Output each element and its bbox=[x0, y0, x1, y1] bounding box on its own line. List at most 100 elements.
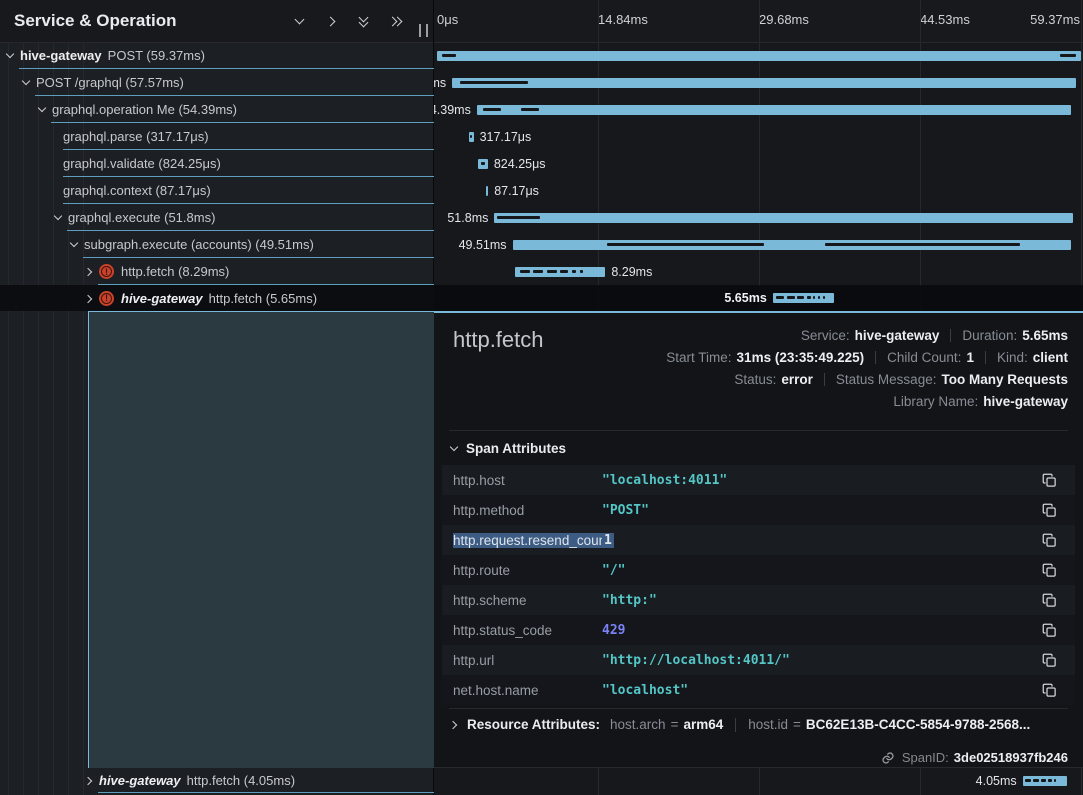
child-span-mark bbox=[1060, 54, 1075, 57]
tree-row[interactable]: graphql.context (87.17μs) bbox=[0, 177, 434, 204]
resource-value: arm64 bbox=[683, 717, 723, 732]
tree-row[interactable]: http.fetch (8.29ms) bbox=[0, 258, 434, 285]
span-label: subgraph.execute (accounts) (49.51ms) bbox=[84, 237, 314, 252]
span-label: http.fetch (8.29ms) bbox=[121, 264, 229, 279]
span-meta: Service:hive-gatewayDuration:5.65msStart… bbox=[666, 325, 1068, 413]
tree-expander[interactable] bbox=[53, 210, 62, 225]
chevron-right-icon bbox=[449, 720, 458, 729]
resource-attributes-row[interactable]: Resource Attributes: host.arch=arm64host… bbox=[449, 717, 1068, 732]
panel-resize-handle[interactable] bbox=[419, 24, 428, 37]
attribute-value[interactable]: "localhost:4011" bbox=[602, 473, 1040, 488]
meta-line: Library Name:hive-gateway bbox=[666, 391, 1068, 413]
child-span-mark bbox=[533, 270, 543, 273]
attribute-key[interactable]: http.scheme bbox=[453, 593, 602, 608]
attribute-key[interactable]: http.route bbox=[453, 563, 602, 578]
resource-value: BC62E13B-C4CC-5854-9788-2568... bbox=[806, 717, 1030, 732]
attribute-value[interactable]: 1 bbox=[602, 533, 1040, 548]
resource-attributes-label: Resource Attributes: bbox=[467, 717, 600, 732]
attribute-key[interactable]: http.host bbox=[453, 473, 602, 488]
attribute-key[interactable]: http.url bbox=[453, 653, 602, 668]
resource-key: host.arch bbox=[610, 717, 666, 732]
time-tick-label: 29.68ms bbox=[759, 12, 809, 27]
timeline-row[interactable]: 54.39ms bbox=[434, 96, 1083, 123]
attribute-value[interactable]: "http://localhost:4011/" bbox=[602, 653, 1040, 668]
span-bar[interactable] bbox=[515, 267, 605, 277]
span-bar[interactable] bbox=[494, 213, 1073, 223]
trace-viewer: 0μs14.84ms29.68ms44.53ms59.37ms 57.57ms5… bbox=[0, 0, 1083, 795]
attribute-value[interactable]: "localhost" bbox=[602, 683, 1040, 698]
span-bar[interactable] bbox=[477, 105, 1071, 115]
tree-row[interactable]: graphql.execute (51.8ms) bbox=[0, 204, 434, 231]
span-bar[interactable] bbox=[486, 186, 488, 196]
copy-attribute-button[interactable] bbox=[1040, 471, 1058, 489]
span-attributes-header[interactable]: Span Attributes bbox=[449, 441, 566, 456]
copy-attribute-button[interactable] bbox=[1040, 591, 1058, 609]
child-span-mark bbox=[776, 296, 784, 299]
timeline-row[interactable]: 5.65ms bbox=[434, 285, 1083, 311]
tree-expander[interactable] bbox=[69, 237, 78, 252]
span-duration-label: 4.05ms bbox=[976, 768, 1017, 793]
timeline-row[interactable]: 49.51ms bbox=[434, 231, 1083, 258]
copy-attribute-button[interactable] bbox=[1040, 501, 1058, 519]
attribute-key[interactable]: http.request.resend_count bbox=[453, 533, 602, 548]
span-bar[interactable] bbox=[452, 78, 1076, 88]
chevron-right-button[interactable] bbox=[324, 14, 339, 29]
copy-attribute-button[interactable] bbox=[1040, 531, 1058, 549]
attribute-value[interactable]: "/" bbox=[602, 563, 1040, 578]
attribute-key[interactable]: net.host.name bbox=[453, 683, 602, 698]
span-bar[interactable] bbox=[513, 240, 1071, 250]
attribute-value[interactable]: "http:" bbox=[602, 593, 1040, 608]
attribute-value[interactable]: "POST" bbox=[602, 503, 1040, 518]
timeline-row[interactable]: 4.05ms bbox=[434, 768, 1083, 793]
tree-row[interactable]: hive-gatewayPOST (59.37ms) bbox=[0, 42, 434, 69]
timeline-row[interactable]: 51.8ms bbox=[434, 204, 1083, 231]
chevron-down-button[interactable] bbox=[292, 14, 307, 29]
timeline-row[interactable]: 824.25μs bbox=[434, 150, 1083, 177]
attribute-key-text: http.scheme bbox=[453, 593, 527, 608]
span-bar[interactable] bbox=[1023, 776, 1067, 786]
span-bar[interactable] bbox=[469, 132, 474, 142]
tree-expander[interactable] bbox=[21, 75, 30, 90]
tree-row[interactable]: graphql.validate (824.25μs) bbox=[0, 150, 434, 177]
span-bar[interactable] bbox=[773, 293, 834, 303]
chevron-down-icon bbox=[449, 444, 458, 453]
tree-header: Service & Operation bbox=[0, 0, 433, 43]
timeline-row[interactable]: 317.17μs bbox=[434, 123, 1083, 150]
copy-attribute-button[interactable] bbox=[1040, 561, 1058, 579]
span-attributes-label: Span Attributes bbox=[466, 441, 566, 456]
tree-expander[interactable] bbox=[37, 102, 46, 117]
span-bar[interactable] bbox=[437, 51, 1081, 61]
tree-row[interactable]: hive-gatewayhttp.fetch (4.05ms) bbox=[0, 768, 434, 793]
tree-expander[interactable] bbox=[84, 291, 93, 306]
attribute-key[interactable]: http.status_code bbox=[453, 623, 602, 638]
service-name: hive-gateway bbox=[20, 48, 102, 63]
timeline-row[interactable] bbox=[434, 42, 1083, 69]
tree-row[interactable]: hive-gatewayhttp.fetch (5.65ms) bbox=[0, 285, 434, 311]
copy-attribute-button[interactable] bbox=[1040, 651, 1058, 669]
tree-expander[interactable] bbox=[5, 48, 14, 63]
chevrons-down-button[interactable] bbox=[356, 14, 371, 29]
meta-label: Kind: bbox=[997, 350, 1028, 365]
tree-row[interactable]: graphql.operation Me (54.39ms) bbox=[0, 96, 434, 123]
timeline-row[interactable]: 57.57ms bbox=[434, 69, 1083, 96]
child-span-mark bbox=[460, 81, 529, 84]
timeline-row[interactable]: 8.29ms bbox=[434, 258, 1083, 285]
attribute-value[interactable]: 429 bbox=[602, 623, 1040, 638]
meta-label: Duration: bbox=[962, 328, 1017, 343]
span-label: graphql.operation Me (54.39ms) bbox=[52, 102, 237, 117]
attribute-key[interactable]: http.method bbox=[453, 503, 602, 518]
tree-row[interactable]: subgraph.execute (accounts) (49.51ms) bbox=[0, 231, 434, 258]
tree-row[interactable]: graphql.parse (317.17μs) bbox=[0, 123, 434, 150]
span-bar[interactable] bbox=[478, 159, 488, 169]
chevrons-right-button[interactable] bbox=[388, 14, 403, 29]
link-icon[interactable] bbox=[881, 751, 895, 765]
child-span-mark bbox=[787, 296, 795, 299]
tree-row[interactable]: POST /graphql (57.57ms) bbox=[0, 69, 434, 96]
child-span-mark bbox=[813, 296, 815, 299]
tree-expander[interactable] bbox=[84, 264, 93, 279]
copy-attribute-button[interactable] bbox=[1040, 681, 1058, 699]
copy-attribute-button[interactable] bbox=[1040, 621, 1058, 639]
timeline-row[interactable]: 87.17μs bbox=[434, 177, 1083, 204]
tree-expander[interactable] bbox=[84, 773, 93, 788]
attribute-key-text: http.method bbox=[453, 503, 524, 518]
